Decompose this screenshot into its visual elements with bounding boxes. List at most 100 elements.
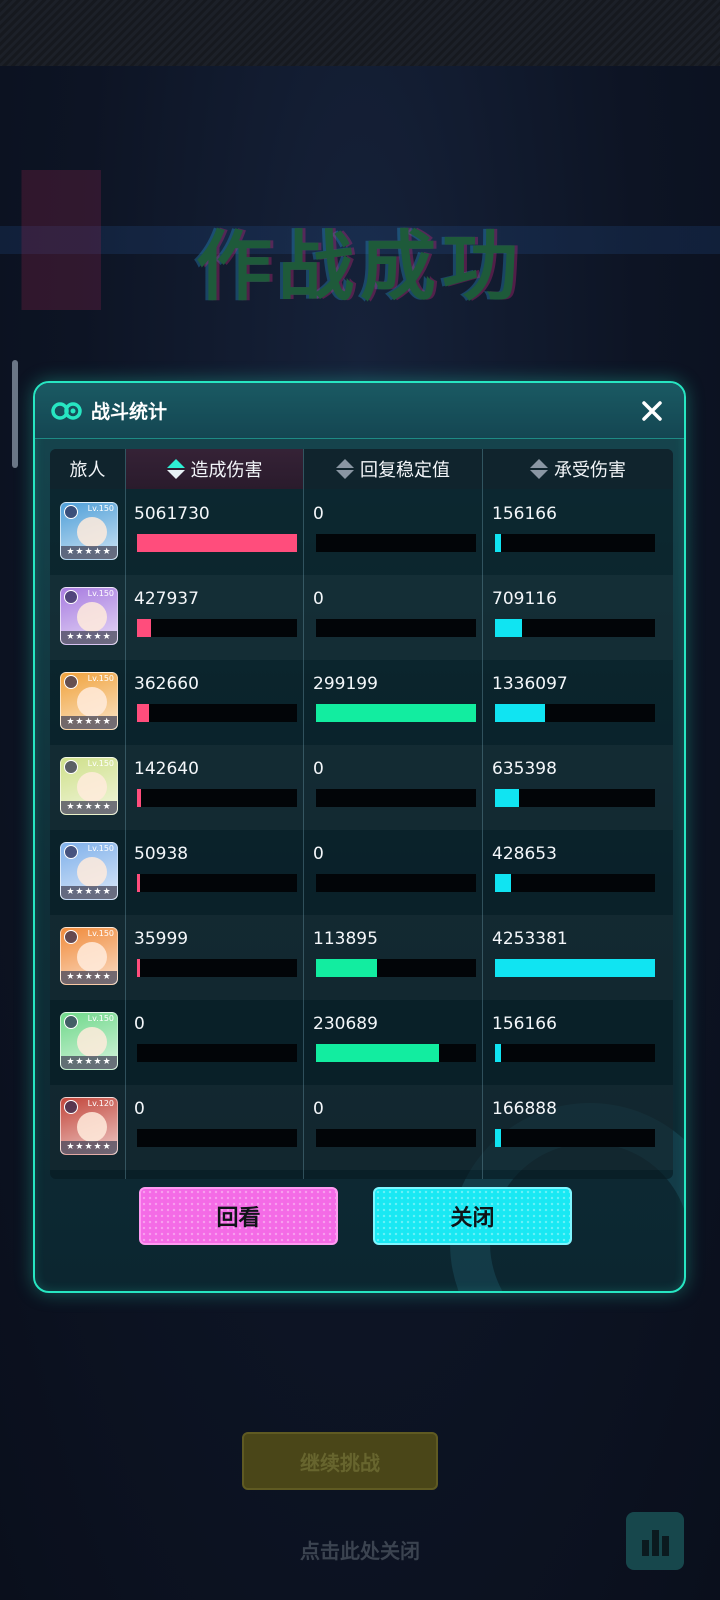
class-emblem-icon [64, 505, 78, 519]
column-header-stability-restored[interactable]: 回复稳定值 [304, 449, 482, 489]
character-portrait [77, 1112, 107, 1142]
game-logo-icon [51, 402, 82, 420]
stat-bar-damage-dealt [137, 534, 297, 552]
stat-bar-fill [137, 619, 151, 637]
stat-bar-stability-restored [316, 704, 476, 722]
stat-value-damage-taken: 156166 [492, 504, 557, 524]
stat-value-stability-restored: 0 [313, 759, 324, 779]
replay-button[interactable]: 回看 [139, 1187, 338, 1245]
star-rating-icon: ★★★★★ [61, 971, 117, 984]
stat-value-stability-restored: 0 [313, 589, 324, 609]
stat-bar-fill [137, 959, 140, 977]
character-portrait [77, 602, 107, 632]
status-bar-strip [0, 0, 720, 66]
stat-bar-fill [316, 704, 476, 722]
column-header-damage-dealt[interactable]: 造成伤害 [126, 449, 303, 489]
stat-bar-fill [495, 1044, 501, 1062]
column-divider [125, 449, 126, 1179]
traveler-level: Lv.150 [87, 589, 114, 598]
traveler-avatar[interactable]: Lv.150 ★★★★★ [60, 757, 118, 815]
tap-to-close-text[interactable]: 点击此处关闭 [0, 1535, 720, 1564]
stat-bar-damage-dealt [137, 619, 297, 637]
star-rating-icon: ★★★★★ [61, 546, 117, 559]
stat-bar-stability-restored [316, 534, 476, 552]
traveler-avatar[interactable]: Lv.150 ★★★★★ [60, 587, 118, 645]
class-emblem-icon [64, 1015, 78, 1029]
stat-bar-fill [495, 619, 522, 637]
column-header-traveler: 旅人 [50, 449, 125, 489]
close-button[interactable]: 关闭 [373, 1187, 572, 1245]
stat-bar-damage-taken [495, 789, 655, 807]
sort-icon [530, 458, 548, 480]
stat-value-damage-taken: 4253381 [492, 929, 568, 949]
table-row[interactable]: Lv.150 ★★★★★ 50938 0 428653 [50, 830, 673, 915]
character-portrait [77, 687, 107, 717]
stat-value-stability-restored: 0 [313, 1099, 324, 1119]
continue-challenge-button[interactable]: 继续挑战 [242, 1432, 438, 1490]
character-portrait [77, 772, 107, 802]
stat-value-damage-dealt: 142640 [134, 759, 199, 779]
traveler-avatar[interactable]: Lv.150 ★★★★★ [60, 502, 118, 560]
table-row[interactable]: Lv.150 ★★★★★ 35999 113895 4253381 [50, 915, 673, 1000]
stat-bar-fill [316, 959, 377, 977]
battle-stats-table[interactable]: 旅人 造成伤害 回复稳定值 承受伤害 Lv.150 ★★★★★ 5061730 0 15… [50, 449, 673, 1179]
stat-bar-fill [316, 1044, 439, 1062]
table-row[interactable]: Lv.150 ★★★★★ 362660 299199 1336097 [50, 660, 673, 745]
table-row[interactable]: Lv.150 ★★★★★ 0 230689 156166 [50, 1000, 673, 1085]
table-row[interactable]: Lv.120 ★★★★★ 0 0 166888 [50, 1085, 673, 1170]
character-portrait [77, 942, 107, 972]
bar-chart-icon [661, 1536, 669, 1556]
traveler-avatar[interactable]: Lv.150 ★★★★★ [60, 672, 118, 730]
table-row[interactable]: Lv.150 ★★★★★ 427937 0 709116 [50, 575, 673, 660]
scrollbar[interactable] [12, 360, 18, 468]
stat-bar-damage-taken [495, 534, 655, 552]
stats-chart-button[interactable] [626, 1512, 684, 1570]
star-rating-icon: ★★★★★ [61, 1141, 117, 1154]
table-row[interactable]: Lv.150 ★★★★★ 5061730 0 156166 [50, 490, 673, 575]
stat-bar-stability-restored [316, 959, 476, 977]
table-row[interactable]: Lv.150 ★★★★★ 142640 0 635398 [50, 745, 673, 830]
character-portrait [77, 517, 107, 547]
stat-bar-damage-taken [495, 704, 655, 722]
close-icon-glyph [642, 401, 662, 421]
stat-bar-fill [495, 1129, 501, 1147]
stat-bar-fill [137, 789, 141, 807]
stat-value-damage-dealt: 0 [134, 1014, 145, 1034]
traveler-avatar[interactable]: Lv.150 ★★★★★ [60, 927, 118, 985]
column-header-damage-taken-label: 承受伤害 [554, 460, 626, 481]
star-rating-icon: ★★★★★ [61, 716, 117, 729]
victory-title: 作战成功 [196, 222, 524, 311]
stat-value-stability-restored: 0 [313, 504, 324, 524]
stat-bar-fill [137, 534, 297, 552]
stat-value-damage-dealt: 5061730 [134, 504, 210, 524]
column-divider [303, 449, 304, 1179]
traveler-avatar[interactable]: Lv.150 ★★★★★ [60, 1012, 118, 1070]
stat-bar-fill [495, 704, 545, 722]
class-emblem-icon [64, 845, 78, 859]
stat-value-damage-dealt: 50938 [134, 844, 189, 864]
stat-value-damage-taken: 635398 [492, 759, 557, 779]
traveler-level: Lv.120 [87, 1099, 114, 1108]
stat-value-stability-restored: 299199 [313, 674, 378, 694]
stat-value-damage-taken: 428653 [492, 844, 557, 864]
traveler-level: Lv.150 [87, 844, 114, 853]
stat-bar-fill [495, 534, 501, 552]
traveler-level: Lv.150 [87, 929, 114, 938]
column-header-stability-restored-label: 回复稳定值 [360, 460, 450, 481]
stat-bar-damage-dealt [137, 789, 297, 807]
character-portrait [77, 857, 107, 887]
column-header-damage-taken[interactable]: 承受伤害 [483, 449, 673, 489]
bar-chart-icon [641, 1540, 649, 1556]
stat-bar-stability-restored [316, 1044, 476, 1062]
stat-bar-fill [137, 704, 149, 722]
class-emblem-icon [64, 590, 78, 604]
stat-bar-stability-restored [316, 1129, 476, 1147]
close-icon[interactable] [634, 393, 670, 429]
class-emblem-icon [64, 760, 78, 774]
traveler-avatar[interactable]: Lv.150 ★★★★★ [60, 842, 118, 900]
stat-value-stability-restored: 0 [313, 844, 324, 864]
traveler-avatar[interactable]: Lv.120 ★★★★★ [60, 1097, 118, 1155]
stat-bar-damage-taken [495, 1129, 655, 1147]
stat-bar-damage-dealt [137, 1044, 297, 1062]
stat-value-stability-restored: 113895 [313, 929, 378, 949]
